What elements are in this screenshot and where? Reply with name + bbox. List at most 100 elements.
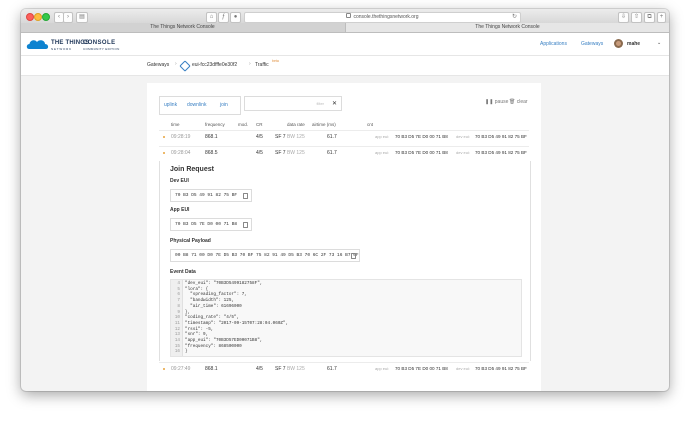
url-text: console.thethingsnetwork.org — [353, 13, 419, 20]
user-name[interactable]: mahe — [627, 41, 640, 47]
row-cr: 4/5 — [256, 134, 263, 140]
app-eui-field[interactable]: 70 B3 D5 7E D0 00 71 B8 — [170, 218, 252, 231]
code-line-text: "app_eui": "70B3D57ED00071B8", — [185, 338, 263, 343]
code-line-text: "dev_eui": "70B3D5499182758F", — [185, 281, 263, 286]
table-row[interactable]: 09:28:19 868.1 4/5 SF 7 BW 125 61.7 app … — [159, 130, 529, 143]
row-airtime: 61.7 — [327, 134, 337, 140]
code-line-text: }, — [185, 309, 191, 315]
detail-title: Join Request — [170, 166, 214, 173]
code-line-number: 6 — [177, 292, 180, 298]
column-header-data-rate: data rate — [287, 122, 305, 127]
row-bw: BW 125 — [286, 134, 305, 140]
row-time: 09:28:04 — [171, 150, 191, 156]
row-cr: 4/5 — [256, 150, 263, 156]
row-app-eui: 70 B3 D5 7E D0 00 71 B8 — [395, 134, 448, 139]
breadcrumb: Gateways › eui-fcc23dfffe0e30f2 › Traffi… — [21, 56, 669, 76]
download-icon[interactable]: ⇩ — [618, 11, 629, 23]
payload-field[interactable]: 00 B8 71 00 D0 7E D5 B3 70 BF 75 82 91 4… — [170, 249, 360, 262]
pause-button[interactable]: ❚❚ pause — [485, 99, 508, 105]
chevron-down-icon[interactable]: ⌄ — [657, 40, 661, 46]
row-sf: SF 7 — [275, 150, 286, 156]
copy-icon[interactable] — [243, 193, 248, 199]
code-line-text: "coding_rate": "4/5", — [185, 315, 240, 321]
row-dev-eui-label: dev eui: — [456, 134, 471, 139]
browser-window: ‹ › ▤ ⌂ ƒ ● console.thethingsnetwork.org… — [21, 9, 669, 391]
row-dev-eui: 70 B3 D5 49 91 82 75 BF — [475, 150, 527, 155]
filter-input[interactable]: filter ✕ — [244, 96, 342, 111]
join-request-detail: Join Request Dev EUI 70 B3 D5 49 91 82 7… — [159, 161, 531, 361]
privacy-icon[interactable]: ● — [230, 11, 241, 23]
filter-downlink[interactable]: downlink — [187, 102, 206, 108]
home-icon[interactable]: ⌂ — [206, 11, 217, 23]
filter-uplink[interactable]: uplink — [164, 102, 177, 108]
event-data-code[interactable]: 4 "dev_eui": "70B3D5499182758F", 5 "lora": … — [170, 279, 522, 357]
row-bw: BW 125 — [286, 366, 305, 372]
code-line-text: "snr": 9, — [185, 332, 209, 338]
avatar[interactable] — [614, 39, 623, 48]
minimize-window-button[interactable] — [34, 13, 42, 21]
clear-filter-icon[interactable]: ✕ — [332, 100, 337, 107]
filter-placeholder: filter — [316, 101, 324, 106]
ttn-cloud-logo-icon[interactable] — [26, 38, 50, 50]
breadcrumb-separator-icon: › — [249, 61, 251, 67]
share-icon[interactable]: ⇧ — [631, 11, 642, 23]
forward-button[interactable]: › — [63, 11, 73, 23]
console-subtitle: COMMUNITY EDITION — [83, 47, 120, 51]
column-header-time: time — [171, 122, 180, 127]
nav-gateways[interactable]: Gateways — [581, 41, 603, 47]
row-bw: BW 125 — [286, 150, 305, 156]
code-line-number: 10 — [174, 315, 180, 321]
app-eui-value: 70 B3 D5 7E D0 00 71 B8 — [175, 222, 238, 227]
row-sf: SF 7 — [275, 366, 286, 372]
code-line-text: "air_time": 61696000 — [185, 303, 242, 309]
sidebar-icon[interactable]: ▤ — [76, 11, 88, 23]
row-time: 09:28:19 — [171, 134, 191, 140]
row-frequency: 868.1 — [205, 134, 218, 140]
payload-value: 00 B8 71 00 D0 7E D5 B3 70 BF 75 82 91 4… — [175, 253, 359, 258]
new-tab-button[interactable]: + — [657, 11, 666, 23]
column-header-airtime: airtime (ms) — [312, 122, 336, 127]
traffic-filter-group: uplink downlink join — [159, 96, 241, 115]
column-header-cnt: cnt — [367, 122, 374, 127]
breadcrumb-gateways[interactable]: Gateways — [147, 62, 169, 68]
filter-join[interactable]: join — [220, 102, 228, 108]
dev-eui-field[interactable]: 70 B3 D5 49 91 82 75 BF — [170, 189, 252, 202]
reload-icon[interactable]: ↻ — [512, 13, 517, 22]
row-app-eui: 70 B3 D5 7E D0 00 71 B8 — [395, 150, 448, 155]
code-line-number: 8 — [177, 303, 180, 309]
code-line-text: "spreading_factor": 7, — [185, 292, 247, 298]
tabs-overview-icon[interactable]: ⧉ — [644, 11, 655, 23]
code-line-number: 16 — [174, 349, 180, 355]
breadcrumb-gateway-id[interactable]: eui-fcc23dfffe0e30f2 — [192, 62, 237, 68]
gateway-tag-icon — [179, 60, 191, 72]
join-indicator-icon — [163, 368, 165, 370]
code-line-number: 14 — [174, 338, 180, 343]
browser-tab-active[interactable]: The Things Network Console — [345, 23, 669, 32]
copy-icon[interactable] — [243, 222, 248, 228]
nav-applications[interactable]: Applications — [540, 41, 567, 47]
code-line-text: "rssi": -5, — [185, 326, 214, 332]
row-time: 09:27:49 — [171, 366, 191, 372]
copy-icon[interactable] — [351, 253, 356, 259]
payload-label: Physical Payload — [170, 238, 211, 244]
address-bar[interactable]: console.thethingsnetwork.org ↻ — [244, 11, 521, 23]
code-line-number: 4 — [177, 281, 180, 286]
logo-subtext: NETWORK — [51, 47, 72, 51]
close-window-button[interactable] — [26, 13, 34, 21]
clear-button[interactable]: 🗑 clear — [509, 99, 528, 105]
code-line-text: } — [185, 349, 188, 355]
row-airtime: 61.7 — [327, 150, 337, 156]
row-frequency: 868.1 — [205, 366, 218, 372]
code-line-number: 7 — [177, 298, 180, 304]
join-indicator-icon — [163, 136, 165, 138]
row-app-eui: 70 B3 D5 7E D0 00 71 B8 — [395, 366, 448, 371]
extension-icon[interactable]: ƒ — [218, 11, 229, 23]
code-line-number: 13 — [174, 332, 180, 338]
table-row-selected[interactable]: 09:28:04 868.5 4/5 SF 7 BW 125 61.7 app … — [159, 146, 529, 159]
code-line-number: 15 — [174, 343, 180, 349]
browser-tab[interactable]: The Things Network Console — [21, 23, 344, 32]
zoom-window-button[interactable] — [42, 13, 50, 21]
table-row[interactable]: 09:27:49 868.1 4/5 SF 7 BW 125 61.7 app … — [159, 362, 529, 375]
row-data-rate: SF 7 BW 125 — [275, 150, 305, 156]
row-data-rate: SF 7 BW 125 — [275, 366, 305, 372]
